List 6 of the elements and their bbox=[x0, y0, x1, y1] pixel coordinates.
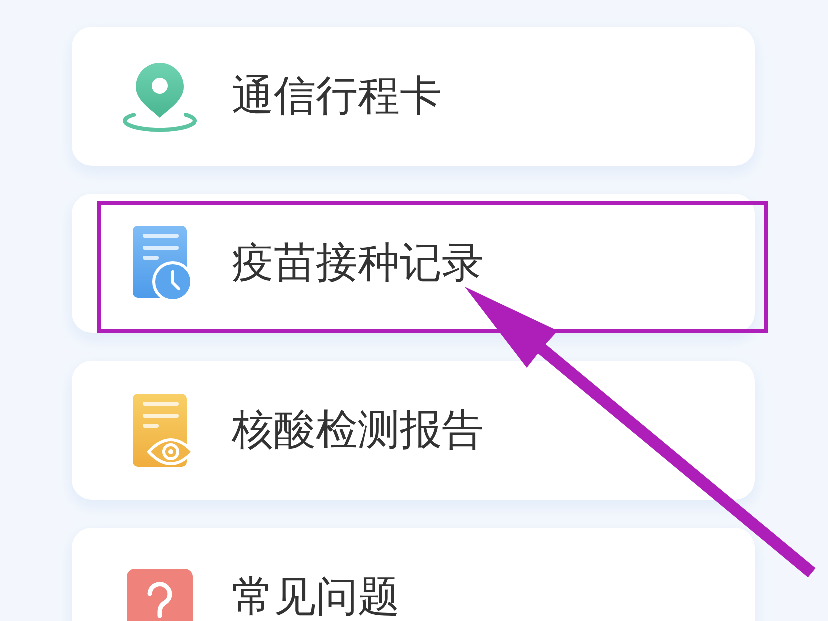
menu-item[interactable]: 常见问题 bbox=[72, 528, 755, 621]
menu-item[interactable]: 疫苗接种记录 bbox=[72, 194, 755, 333]
menu-item[interactable]: 通信行程卡 bbox=[72, 27, 755, 166]
question-mark-icon bbox=[127, 569, 193, 621]
menu-item[interactable]: 核酸检测报告 bbox=[72, 361, 755, 500]
location-pin-icon bbox=[123, 62, 197, 132]
